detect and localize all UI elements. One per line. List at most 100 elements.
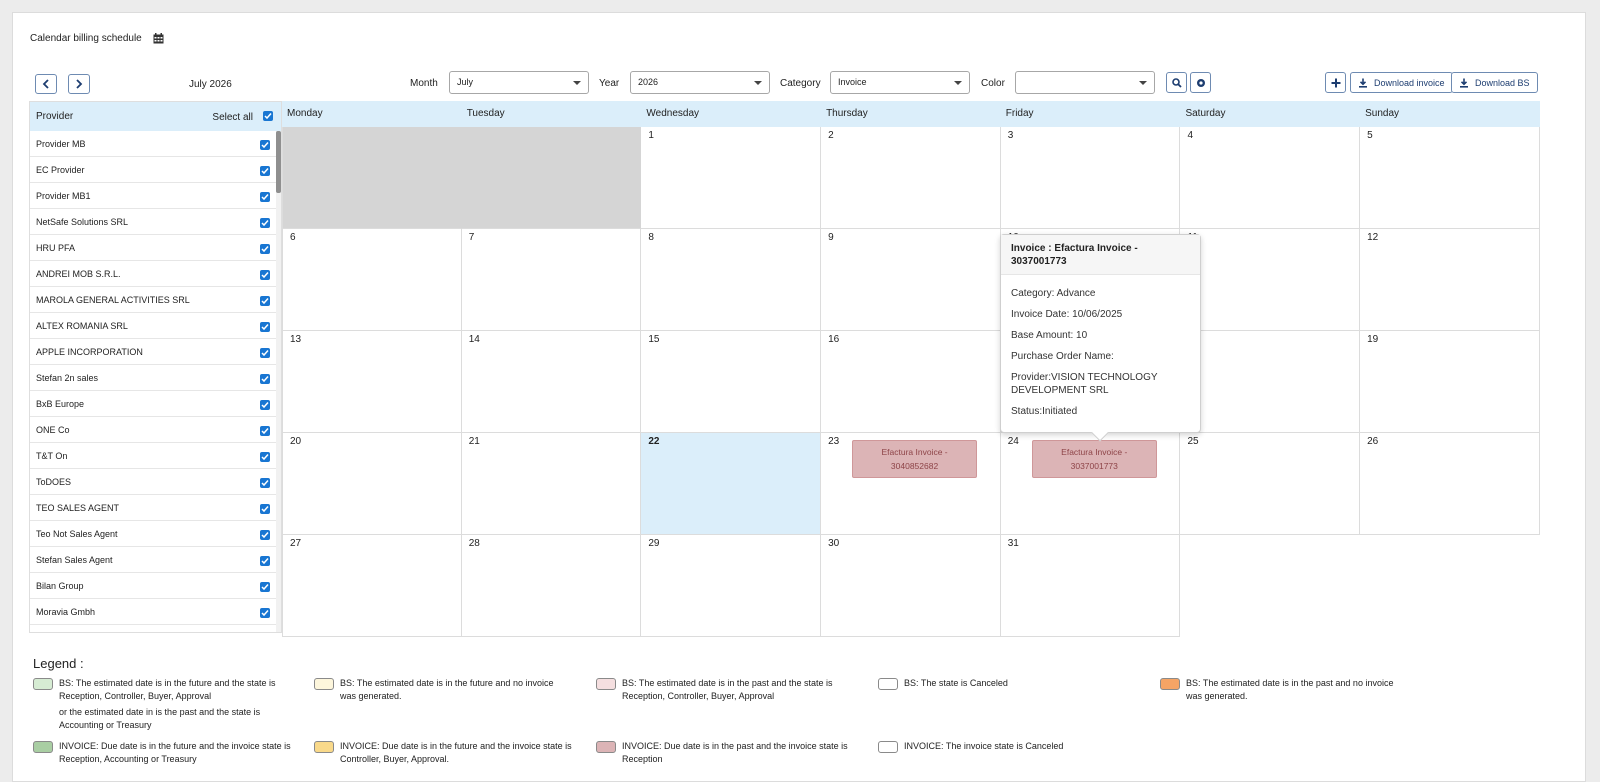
month-select[interactable]: July xyxy=(449,71,589,94)
calendar-day[interactable]: 2 xyxy=(821,127,1001,229)
provider-item[interactable]: APPLE INCORPORATION xyxy=(30,339,281,365)
legend-item: BS: The estimated date is in the past an… xyxy=(1160,677,1410,703)
provider-item[interactable]: EC Provider xyxy=(30,157,281,183)
provider-checkbox[interactable] xyxy=(260,582,270,592)
calendar-day[interactable]: 6 xyxy=(282,229,462,331)
provider-item[interactable]: Moravia Gmbh xyxy=(30,599,281,625)
calendar-day[interactable]: 25 xyxy=(1180,433,1361,535)
calendar-day[interactable]: 27 xyxy=(282,535,462,637)
calendar-day[interactable]: 14 xyxy=(461,331,642,433)
calendar-day[interactable]: 22 xyxy=(641,433,822,535)
provider-item[interactable]: MAROLA GENERAL ACTIVITIES SRL xyxy=(30,287,281,313)
calendar-day[interactable]: 19 xyxy=(1360,331,1540,433)
add-button[interactable] xyxy=(1325,72,1346,93)
event-title: Efactura Invoice - xyxy=(881,447,948,457)
day-number: 26 xyxy=(1367,436,1379,447)
provider-item[interactable]: T&T On xyxy=(30,443,281,469)
calendar-day[interactable]: 13 xyxy=(282,331,462,433)
calendar-day[interactable]: 16 xyxy=(821,331,1001,433)
provider-item[interactable]: ONE Co xyxy=(30,417,281,443)
provider-checkbox[interactable] xyxy=(260,244,270,254)
calendar-day[interactable]: 5 xyxy=(1360,127,1540,229)
calendar-day[interactable]: 3 xyxy=(1000,127,1181,229)
provider-item[interactable]: TEO SALES AGENT xyxy=(30,495,281,521)
calendar-day-empty xyxy=(1360,535,1540,637)
provider-checkbox[interactable] xyxy=(260,504,270,514)
provider-checkbox[interactable] xyxy=(260,608,270,618)
invoice-event[interactable]: Efactura Invoice - 3040852682 xyxy=(852,440,978,478)
provider-checkbox[interactable] xyxy=(260,270,270,280)
provider-item[interactable]: Stefan Sales Agent xyxy=(30,547,281,573)
calendar-day[interactable]: 4 xyxy=(1180,127,1361,229)
provider-item[interactable]: Provider MB xyxy=(30,131,281,157)
provider-checkbox[interactable] xyxy=(260,348,270,358)
weekday-label: Saturday xyxy=(1185,108,1226,119)
legend-text: BS: The estimated date is in the past an… xyxy=(1186,678,1394,701)
calendar-day[interactable]: 23 Efactura Invoice - 3040852682 xyxy=(821,433,1001,535)
provider-checkbox[interactable] xyxy=(260,478,270,488)
provider-checkbox[interactable] xyxy=(260,426,270,436)
day-number: 9 xyxy=(828,232,834,243)
calendar-day[interactable]: 21 xyxy=(461,433,642,535)
day-number: 13 xyxy=(290,334,302,345)
calendar-day-outside[interactable] xyxy=(282,127,462,229)
calendar-day[interactable]: 18 xyxy=(1180,331,1361,433)
settings-button[interactable] xyxy=(1190,72,1211,93)
select-all-checkbox[interactable] xyxy=(263,111,273,121)
provider-item[interactable]: Stefan 2n sales xyxy=(30,365,281,391)
provider-item[interactable]: HRU PFA xyxy=(30,235,281,261)
search-button[interactable] xyxy=(1166,72,1187,93)
calendar-day[interactable]: 29 xyxy=(641,535,822,637)
calendar-day[interactable]: 8 xyxy=(641,229,822,331)
calendar-day[interactable]: 7 xyxy=(461,229,642,331)
next-month-button[interactable] xyxy=(68,74,90,94)
provider-item[interactable]: ANDREI MOB S.R.L. xyxy=(30,261,281,287)
calendar-day[interactable]: 20 xyxy=(282,433,462,535)
download-invoice-button[interactable]: Download invoice xyxy=(1350,72,1453,93)
provider-scrollbar-thumb[interactable] xyxy=(276,131,281,193)
calendar-day[interactable]: 11 xyxy=(1180,229,1361,331)
provider-name: T&T On xyxy=(36,450,68,461)
provider-checkbox[interactable] xyxy=(260,556,270,566)
calendar-icon[interactable] xyxy=(153,33,164,44)
provider-item[interactable]: Provider MB1 xyxy=(30,183,281,209)
calendar-day[interactable]: 15 xyxy=(641,331,822,433)
legend-text: BS: The estimated date is in the future … xyxy=(340,678,554,701)
provider-checkbox[interactable] xyxy=(260,192,270,202)
provider-checkbox[interactable] xyxy=(260,218,270,228)
provider-item[interactable]: BxB Europe xyxy=(30,391,281,417)
provider-item[interactable]: NetSafe Solutions SRL xyxy=(30,209,281,235)
year-select[interactable]: 2026 xyxy=(630,71,770,94)
provider-checkbox[interactable] xyxy=(260,166,270,176)
provider-scrollbar[interactable] xyxy=(276,131,281,632)
provider-checkbox[interactable] xyxy=(260,374,270,384)
provider-item[interactable]: ToDOES xyxy=(30,469,281,495)
prev-month-button[interactable] xyxy=(35,74,57,94)
provider-checkbox[interactable] xyxy=(260,452,270,462)
category-select[interactable]: Invoice xyxy=(830,71,970,94)
download-bs-button[interactable]: Download BS xyxy=(1451,72,1538,93)
provider-checkbox[interactable] xyxy=(260,322,270,332)
calendar-day[interactable]: 30 xyxy=(821,535,1001,637)
provider-checkbox[interactable] xyxy=(260,530,270,540)
calendar-day[interactable]: 1 xyxy=(641,127,822,229)
calendar-day[interactable]: 26 xyxy=(1360,433,1540,535)
color-select[interactable] xyxy=(1015,71,1155,94)
provider-checkbox[interactable] xyxy=(260,296,270,306)
invoice-event[interactable]: Efactura Invoice - 3037001773 xyxy=(1031,440,1157,478)
provider-name: ANDREI MOB S.R.L. xyxy=(36,268,121,279)
day-number: 30 xyxy=(828,538,840,549)
provider-item[interactable]: Bilan Group xyxy=(30,573,281,599)
calendar-day[interactable]: 24 Efactura Invoice - 3037001773 xyxy=(1000,433,1181,535)
provider-name: NetSafe Solutions SRL xyxy=(36,216,129,227)
provider-checkbox[interactable] xyxy=(260,400,270,410)
provider-item[interactable]: ALTEX ROMANIA SRL xyxy=(30,313,281,339)
calendar-day[interactable]: 28 xyxy=(461,535,642,637)
calendar-day-outside[interactable] xyxy=(461,127,642,229)
provider-name: Moravia Gmbh xyxy=(36,606,96,617)
provider-item[interactable]: Teo Not Sales Agent xyxy=(30,521,281,547)
calendar-day[interactable]: 31 xyxy=(1000,535,1181,637)
provider-checkbox[interactable] xyxy=(260,140,270,150)
calendar-day[interactable]: 12 xyxy=(1360,229,1540,331)
calendar-day[interactable]: 9 xyxy=(821,229,1001,331)
